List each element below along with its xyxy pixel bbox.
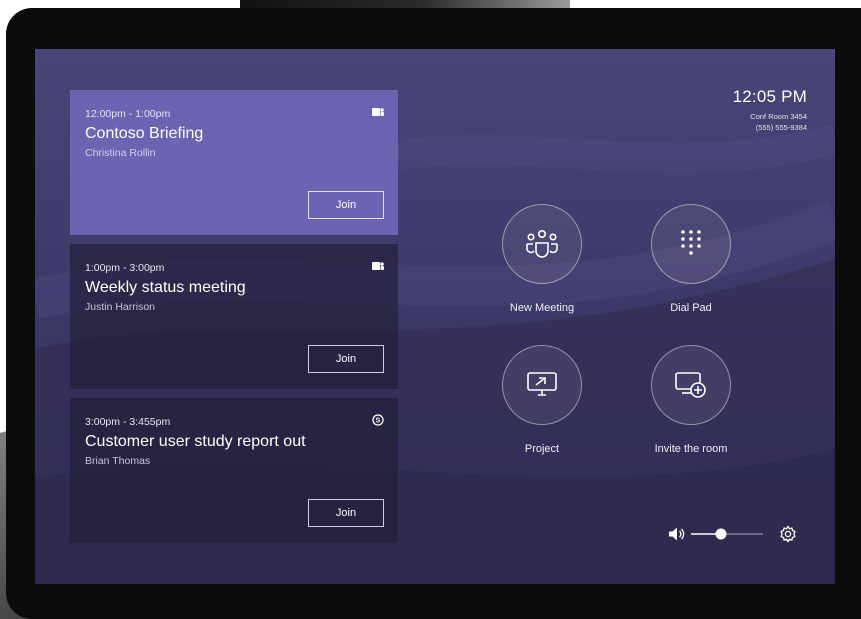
project-label: Project	[524, 443, 560, 455]
meeting-title: Contoso Briefing	[85, 125, 204, 142]
invite-room-icon	[675, 372, 706, 398]
room-name: Conf Room 3454	[750, 112, 807, 121]
volume-slider[interactable]	[667, 525, 779, 543]
teams-icon	[372, 262, 384, 270]
meeting-organizer: Brian Thomas	[85, 455, 151, 467]
meeting-time: 1:00pm - 3:00pm	[85, 262, 165, 274]
dial-pad-label: Dial Pad	[670, 302, 712, 314]
join-button[interactable]: Join	[308, 191, 384, 219]
people-group-icon	[526, 229, 558, 258]
dialpad-icon	[681, 230, 701, 255]
gear-icon[interactable]	[779, 525, 797, 543]
teams-icon	[372, 108, 384, 116]
speaker-icon[interactable]	[669, 527, 685, 541]
skype-icon: S	[372, 414, 384, 426]
meeting-organizer: Justin Harrison	[85, 301, 156, 313]
join-button[interactable]: Join	[308, 499, 384, 527]
dial-pad-circle[interactable]	[651, 204, 731, 284]
meeting-organizer: Christina Rollin	[85, 147, 156, 159]
svg-text:S: S	[376, 418, 381, 425]
volume-control[interactable]	[667, 525, 779, 543]
invite-room-label: Invite the room	[654, 443, 728, 455]
invite-room-circle[interactable]	[651, 345, 731, 425]
meeting-card[interactable]: 3:00pm - 3:455pm Customer user study rep…	[70, 398, 398, 543]
new-meeting-button[interactable]: New Meeting	[477, 204, 607, 314]
project-circle[interactable]	[502, 345, 582, 425]
current-time: 12:05 PM	[732, 87, 807, 106]
meeting-card[interactable]: 12:00pm - 1:00pm Contoso Briefing Christ…	[70, 90, 398, 235]
meeting-time: 12:00pm - 1:00pm	[85, 108, 171, 120]
new-meeting-circle[interactable]	[502, 204, 582, 284]
join-button[interactable]: Join	[308, 345, 384, 373]
projector-screen-icon	[527, 372, 557, 396]
dial-pad-button[interactable]: Dial Pad	[626, 204, 756, 314]
meeting-title: Weekly status meeting	[85, 279, 246, 296]
room-console-screen: 12:00pm - 1:00pm Contoso Briefing Christ…	[35, 49, 835, 584]
project-button[interactable]: Project	[477, 345, 607, 455]
meeting-card[interactable]: 1:00pm - 3:00pm Weekly status meeting Ju…	[70, 244, 398, 389]
volume-thumb[interactable]	[715, 528, 727, 540]
room-status: 12:05 PM Conf Room 3454 (555) 555-9384	[733, 87, 807, 132]
meeting-title: Customer user study report out	[85, 433, 306, 450]
new-meeting-label: New Meeting	[509, 302, 575, 314]
meeting-time: 3:00pm - 3:455pm	[85, 416, 171, 428]
room-phone: (555) 555-9384	[755, 123, 807, 132]
invite-room-button[interactable]: Invite the room	[626, 345, 756, 455]
